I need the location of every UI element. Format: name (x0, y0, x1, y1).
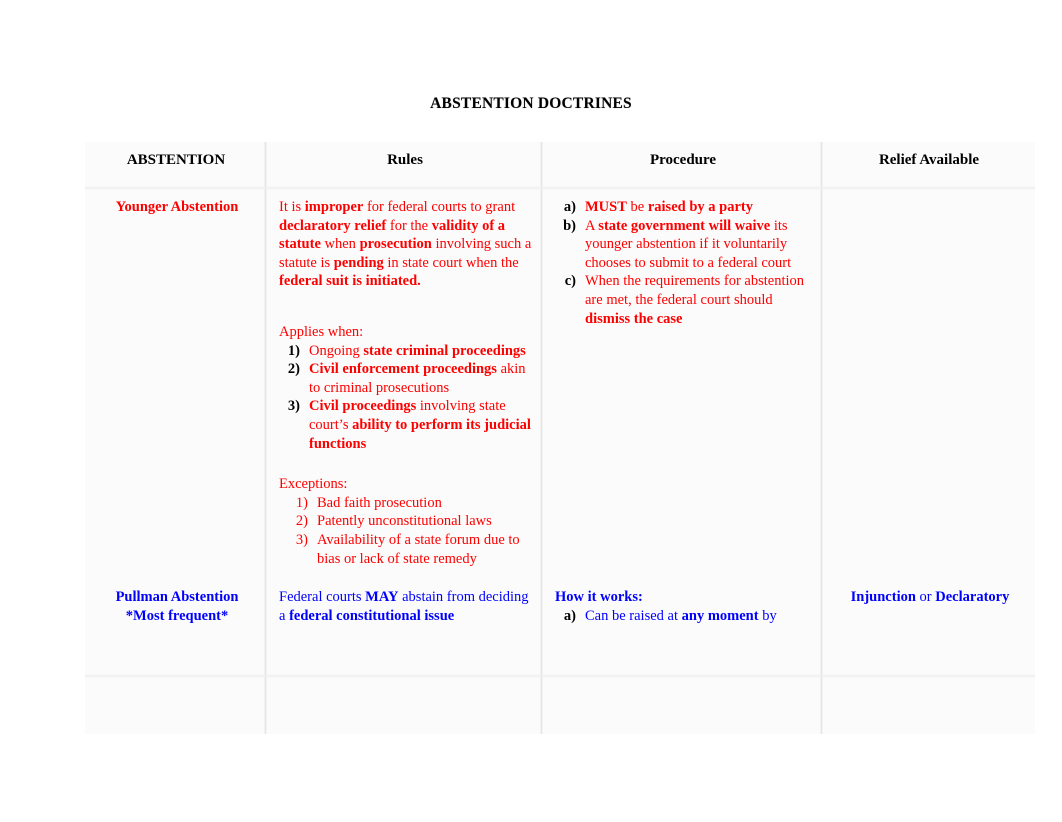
table-header-row: ABSTENTION Rules Procedure Relief Availa… (85, 142, 1035, 186)
table-body: Younger Abstention It is improper for fe… (85, 186, 1035, 634)
cell-relief-available: Injunction or Declaratory (823, 576, 1035, 634)
list-marker: 1) (287, 342, 300, 359)
procedure-list: a) MUST be raised by a party b) A state gov… (555, 198, 813, 328)
list-marker: 2) (295, 513, 308, 530)
abstention-title: Younger Abstention (115, 199, 239, 215)
list-item: 3) Civil proceedings involving state cour… (279, 397, 533, 453)
text-run: federal suit is initiated. (279, 273, 421, 290)
exceptions-label: Exceptions: (279, 476, 348, 493)
cell-procedure: How it works: a) Can be raised at any mom… (543, 576, 823, 634)
list-marker: 3) (295, 531, 308, 548)
abstention-title: Pullman Abstention (115, 589, 239, 606)
cell-relief-available (823, 186, 1035, 576)
list-item: 3) Availability of a state forum due to b… (279, 531, 533, 568)
text-run: raised by a party (647, 199, 753, 215)
abstention-note: *Most frequent* (125, 608, 229, 625)
list-item: 1) Bad faith prosecution (279, 494, 533, 513)
text-run: pending (333, 254, 384, 271)
relief-text: Injunction or Declaratory (835, 588, 1025, 607)
column-header-rules: Rules (387, 152, 423, 168)
list-item-text: MUST be raised by a party (585, 198, 813, 217)
text-run: for the (386, 217, 432, 234)
cell-procedure: a) MUST be raised by a party b) A state gov… (543, 186, 823, 576)
cell-abstention-name: Pullman Abstention *Most frequent* (85, 576, 267, 634)
list-item: b) A state government will waive its youn… (555, 217, 813, 273)
list-marker: a) (563, 199, 576, 215)
list-item-text: A state government will waive its younge… (585, 217, 813, 273)
list-marker: b) (563, 217, 576, 234)
list-item: 2) Civil enforcement proceedings akin to … (279, 360, 533, 397)
list-marker: 2) (287, 361, 300, 378)
procedure-label: How it works: (555, 589, 643, 606)
table-row: Younger Abstention It is improper for fe… (85, 186, 1035, 576)
applies-when-label: Applies when: (279, 323, 364, 340)
list-marker: 1) (295, 494, 308, 511)
text-run: when (320, 236, 360, 253)
list-item: c) When the requirements for abstention a… (555, 272, 813, 328)
list-item-text: Civil enforcement proceedings akin to cr… (309, 360, 533, 397)
text-run: state government will waive (598, 217, 771, 234)
list-item: a) MUST be raised by a party (555, 198, 813, 217)
list-marker: a) (563, 607, 576, 624)
list-item-text: Availability of a state forum due to bia… (317, 531, 520, 567)
text-run: When the requirements for abstention are… (585, 273, 805, 308)
text-run: any moment (681, 607, 759, 624)
row-separator (85, 674, 1035, 678)
text-run: Civil proceedings (309, 398, 417, 415)
table-header: ABSTENTION Rules Procedure Relief Availa… (85, 142, 1035, 186)
list-item-text: Patently unconstitutional laws (317, 513, 492, 530)
text-run: Civil enforcement proceedings (309, 361, 497, 378)
column-header-relief-available: Relief Available (878, 152, 980, 168)
list-item: 1) Ongoing state criminal proceedings (279, 342, 533, 361)
applies-when-list: 1) Ongoing state criminal proceedings 2) Ci… (279, 342, 533, 454)
text-run: by (758, 607, 777, 624)
table-row: Pullman Abstention *Most frequent* Feder… (85, 576, 1035, 634)
list-item-text: Can be raised at any moment by (585, 607, 813, 626)
list-item-text: Bad faith prosecution (317, 494, 442, 511)
page-title: ABSTENTION DOCTRINES (430, 95, 632, 112)
document-page: ABSTENTION DOCTRINES ABSTENTION Rules Pr… (0, 0, 1062, 822)
rules-paragraph: It is improper for federal courts to gra… (279, 198, 533, 291)
table-grid: ABSTENTION Rules Procedure Relief Availa… (85, 142, 1035, 634)
column-header-procedure: Procedure (649, 152, 717, 168)
text-run: declaratory relief (279, 217, 387, 234)
text-run: or (915, 589, 936, 606)
text-run: MUST (585, 199, 627, 215)
text-run: Declaratory (935, 589, 1010, 606)
list-item: 2) Patently unconstitutional laws (279, 512, 533, 531)
cell-rules: Federal courts MAY abstain from deciding… (267, 576, 543, 634)
rules-paragraph: Federal courts MAY abstain from deciding… (279, 588, 533, 625)
list-item: a) Can be raised at any moment by (555, 607, 813, 626)
list-item-text: Civil proceedings involving state court’… (309, 397, 533, 453)
text-run: Injunction (850, 589, 916, 606)
text-run: in state court when the (383, 254, 519, 271)
list-marker: 3) (287, 398, 300, 415)
procedure-list: a) Can be raised at any moment by (555, 607, 813, 626)
text-run: It is (279, 199, 305, 215)
text-run: state criminal proceedings (363, 342, 526, 359)
text-run: Federal courts (279, 589, 366, 606)
text-run: Can be raised at (585, 607, 682, 624)
list-marker: c) (564, 273, 576, 290)
text-run: be (626, 199, 648, 215)
text-run: federal constitutional issue (289, 607, 455, 624)
text-run: prosecution (359, 236, 432, 253)
cell-abstention-name: Younger Abstention (85, 186, 267, 576)
text-run: for federal courts to grant (363, 199, 516, 215)
text-run: MAY (365, 589, 399, 606)
abstention-doctrines-table: ABSTENTION Rules Procedure Relief Availa… (85, 142, 1035, 734)
list-item-text: When the requirements for abstention are… (585, 272, 813, 328)
text-run: A (585, 217, 599, 234)
column-header-abstention: ABSTENTION (126, 152, 226, 168)
text-run: Ongoing (309, 342, 364, 359)
text-run: improper (304, 199, 364, 215)
exceptions-list: 1) Bad faith prosecution 2) Patently uncons… (279, 494, 533, 568)
text-run: dismiss the case (585, 310, 683, 327)
list-item-text: Ongoing state criminal proceedings (309, 342, 533, 361)
cell-rules: It is improper for federal courts to gra… (267, 186, 543, 576)
